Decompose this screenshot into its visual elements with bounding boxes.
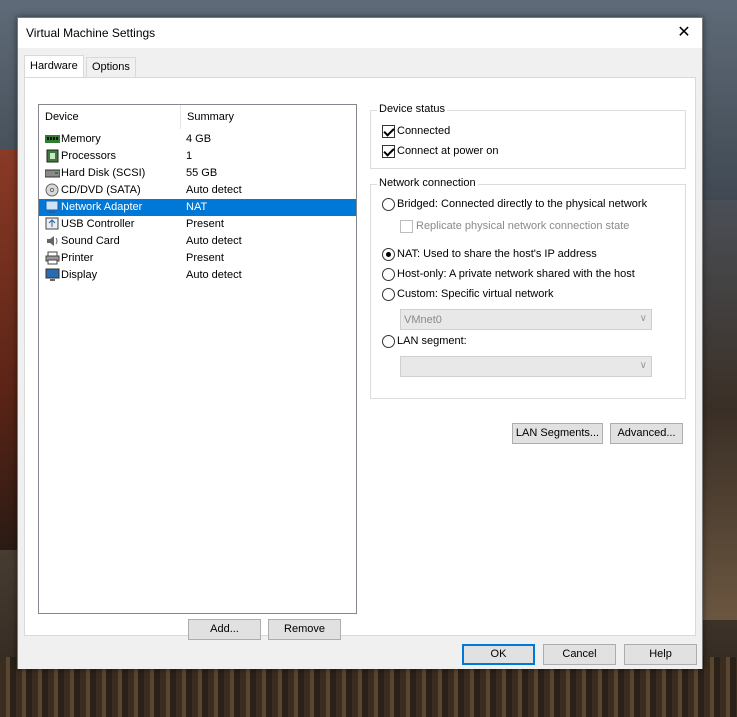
- ok-button[interactable]: OK: [462, 644, 535, 665]
- device-row[interactable]: Memory 4 GB: [39, 131, 356, 148]
- help-button[interactable]: Help: [624, 644, 697, 665]
- device-name: Hard Disk (SCSI): [61, 167, 146, 179]
- device-summary: Present: [186, 218, 224, 230]
- hard-disk-icon: [44, 166, 61, 180]
- device-name: USB Controller: [61, 218, 135, 230]
- device-row[interactable]: Sound Card Auto detect: [39, 233, 356, 250]
- custom-radio[interactable]: [382, 288, 395, 301]
- device-row[interactable]: Printer Present: [39, 250, 356, 267]
- nat-radio[interactable]: [382, 248, 395, 261]
- device-list[interactable]: Device Summary Memory 4 GB Processors 1 Hard…: [38, 104, 357, 614]
- tab-hardware-label: Hardware: [30, 60, 78, 72]
- network-connection-title: Network connection: [377, 177, 478, 189]
- device-status-group: Device status Connected Connect at power…: [370, 103, 686, 169]
- device-list-header: Device Summary: [39, 105, 356, 129]
- device-summary: Auto detect: [186, 184, 242, 196]
- replicate-label[interactable]: Replicate physical network connection st…: [416, 220, 629, 232]
- device-name: Sound Card: [61, 235, 120, 247]
- device-name: Display: [61, 269, 98, 281]
- vm-settings-dialog: Virtual Machine Settings ✕ Hardware Opti…: [17, 17, 703, 669]
- bridged-label[interactable]: Bridged: Connected directly to the physi…: [397, 198, 647, 210]
- hardware-panel: Device Summary Memory 4 GB Processors 1 Hard…: [24, 77, 696, 640]
- tab-options-label: Options: [92, 61, 130, 73]
- host-only-label[interactable]: Host-only: A private network shared with…: [397, 268, 635, 280]
- custom-label[interactable]: Custom: Specific virtual network: [397, 288, 554, 300]
- device-status-title: Device status: [377, 103, 448, 115]
- custom-network-value: VMnet0: [404, 314, 442, 326]
- speaker-icon: [45, 234, 60, 248]
- device-name: Printer: [61, 252, 94, 264]
- network-connection-group: Network connection Bridged: Connected di…: [370, 177, 686, 399]
- printer-icon: [45, 251, 60, 265]
- connect-at-power-on-checkbox[interactable]: [382, 145, 395, 158]
- background-rock-right: [697, 200, 737, 620]
- chevron-down-icon: ∨: [639, 360, 647, 371]
- device-summary: 55 GB: [186, 167, 218, 179]
- tab-hardware[interactable]: Hardware: [24, 55, 84, 77]
- lan-segment-select[interactable]: ∨: [400, 356, 652, 377]
- display-icon: [45, 268, 60, 282]
- device-row[interactable]: Hard Disk (SCSI) 55 GB: [39, 165, 356, 182]
- device-name: CD/DVD (SATA): [61, 184, 141, 196]
- replicate-checkbox[interactable]: [400, 220, 413, 233]
- add-button[interactable]: Add...: [188, 619, 261, 640]
- device-row[interactable]: Display Auto detect: [39, 267, 356, 284]
- nat-label[interactable]: NAT: Used to share the host's IP address: [397, 248, 597, 260]
- device-summary: Present: [186, 252, 224, 264]
- connected-label[interactable]: Connected: [397, 125, 450, 137]
- device-row[interactable]: USB Controller Present: [39, 216, 356, 233]
- device-summary: 1: [186, 150, 193, 162]
- device-row[interactable]: Network Adapter NAT: [39, 199, 356, 216]
- dialog-client: Hardware Options Device Summary Memory 4 …: [18, 48, 702, 669]
- network-adapter-icon: [45, 200, 60, 214]
- chevron-down-icon: ∨: [639, 313, 647, 324]
- lan-segment-label[interactable]: LAN segment:: [397, 335, 467, 347]
- device-name: Processors: [61, 150, 117, 162]
- lan-segment-radio[interactable]: [382, 335, 395, 348]
- close-icon[interactable]: ✕: [666, 18, 702, 48]
- device-name: Memory: [61, 133, 101, 145]
- device-summary: 4 GB: [186, 133, 212, 145]
- device-row[interactable]: CD/DVD (SATA) Auto detect: [39, 182, 356, 199]
- custom-network-select[interactable]: VMnet0 ∨: [400, 309, 652, 330]
- lan-segments-button[interactable]: LAN Segments...: [512, 423, 603, 444]
- bridged-radio[interactable]: [382, 198, 395, 211]
- processor-icon: [45, 149, 60, 163]
- connect-at-power-on-label[interactable]: Connect at power on: [397, 145, 499, 157]
- connected-checkbox[interactable]: [382, 125, 395, 138]
- column-device[interactable]: Device: [39, 105, 180, 129]
- usb-icon: [45, 217, 60, 231]
- cancel-button[interactable]: Cancel: [543, 644, 616, 665]
- remove-button[interactable]: Remove: [268, 619, 341, 640]
- host-only-radio[interactable]: [382, 268, 395, 281]
- cd-dvd-icon: [45, 183, 60, 197]
- window-title: Virtual Machine Settings: [26, 26, 156, 40]
- device-summary: Auto detect: [186, 235, 242, 247]
- device-name: Network Adapter: [61, 201, 143, 213]
- title-bar: Virtual Machine Settings ✕: [18, 18, 702, 48]
- device-summary: Auto detect: [186, 269, 242, 281]
- column-summary[interactable]: Summary: [180, 105, 356, 129]
- device-row[interactable]: Processors 1: [39, 148, 356, 165]
- advanced-button[interactable]: Advanced...: [610, 423, 683, 444]
- tab-options[interactable]: Options: [86, 57, 136, 78]
- memory-icon: [45, 132, 60, 146]
- device-summary: NAT: [186, 201, 208, 213]
